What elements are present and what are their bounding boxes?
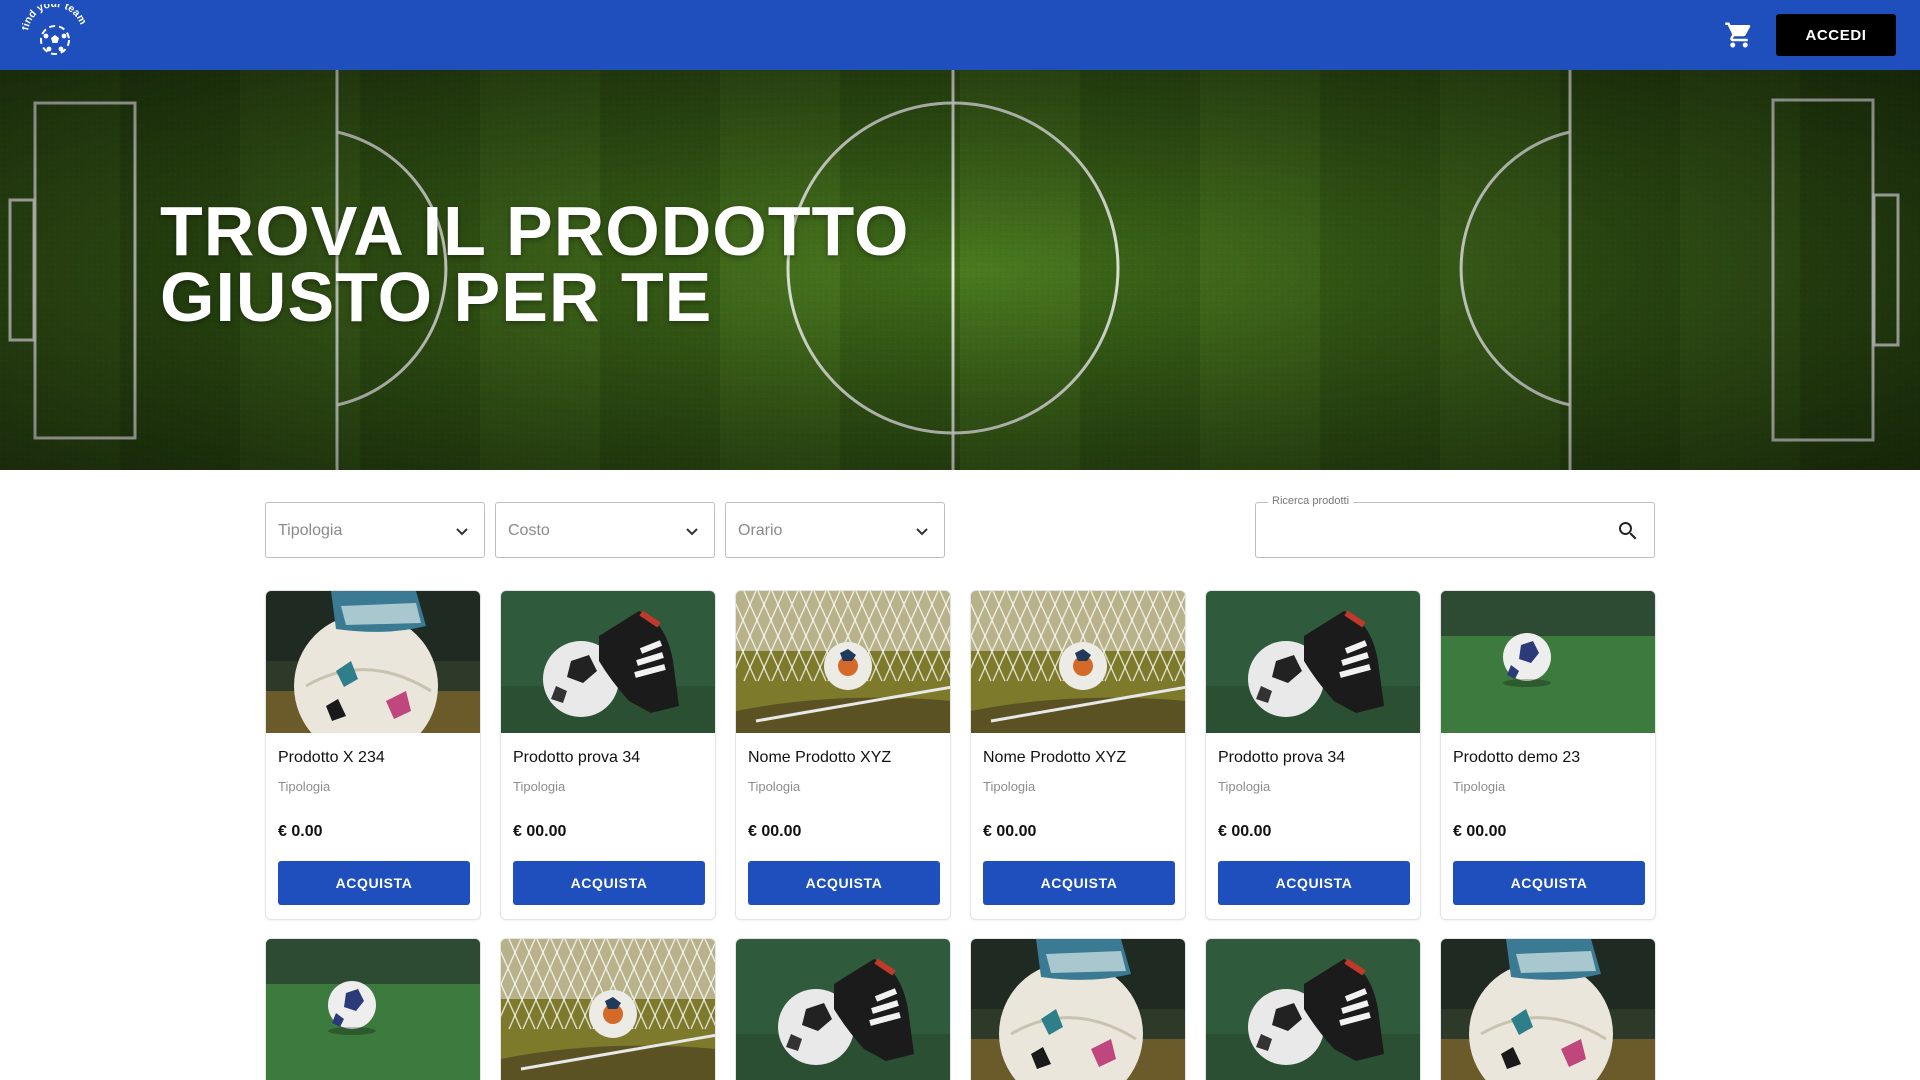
filter-costo-placeholder: Costo — [508, 522, 550, 539]
chevron-down-icon — [916, 528, 928, 536]
product-card[interactable]: Prodotto X 234 Tipologia € 0.00 ACQUISTA — [265, 590, 481, 920]
product-price: € 00.00 — [1218, 823, 1272, 840]
product-name: Prodotto demo 23 — [1453, 749, 1581, 766]
product-name: Prodotto prova 34 — [1218, 749, 1346, 766]
product-type: Tipologia — [983, 779, 1036, 794]
product-name: Nome Prodotto XYZ — [748, 749, 892, 766]
buy-button[interactable]: ACQUISTA — [1453, 861, 1645, 905]
product-price: € 00.00 — [513, 823, 567, 840]
product-image[interactable] — [501, 591, 715, 733]
product-card[interactable]: Nome Prodotto XYZ Tipologia € 00.00 ACQU… — [735, 590, 951, 920]
logo-text: find your team — [19, 0, 89, 31]
filter-tipologia-placeholder: Tipologia — [278, 522, 343, 539]
product-search-field: Ricerca prodotti — [1255, 495, 1655, 558]
buy-button[interactable]: ACQUISTA — [983, 861, 1175, 905]
search-icon[interactable] — [1616, 519, 1640, 543]
product-image[interactable] — [971, 591, 1185, 733]
cart-icon[interactable] — [1724, 20, 1754, 50]
product-image[interactable] — [1206, 591, 1420, 733]
product-type: Tipologia — [748, 779, 801, 794]
product-card[interactable]: Prodotto demo 23 Tipologia € 00.00 ACQUI… — [1440, 590, 1656, 920]
product-card[interactable]: Prodotto prova 34 Tipologia € 00.00 ACQU… — [500, 590, 716, 920]
filter-orario-placeholder: Orario — [738, 522, 783, 539]
product-image[interactable] — [736, 591, 950, 733]
filter-tipologia-select[interactable]: Tipologia — [265, 502, 485, 558]
svg-text:find your team: find your team — [22, 4, 88, 31]
app-root: find your team ACCEDI — [0, 0, 1920, 1080]
logo-icon: find your team — [19, 0, 89, 55]
hero-title-line2: GIUSTO PER TE — [160, 258, 713, 336]
product-card-image[interactable] — [1440, 938, 1656, 1080]
product-image[interactable] — [266, 591, 480, 733]
product-card-image[interactable] — [500, 938, 716, 1080]
product-card[interactable]: Prodotto prova 34 Tipologia € 00.00 ACQU… — [1205, 590, 1421, 920]
product-type: Tipologia — [1218, 779, 1271, 794]
search-input[interactable] — [1268, 515, 1598, 547]
product-card-image[interactable] — [1205, 938, 1421, 1080]
product-price: € 00.00 — [983, 823, 1037, 840]
product-card-image[interactable] — [735, 938, 951, 1080]
logo[interactable]: find your team — [19, 0, 89, 60]
product-type: Tipologia — [1453, 779, 1506, 794]
filter-orario-select[interactable]: Orario — [725, 502, 945, 558]
top-navbar: find your team ACCEDI — [0, 0, 1920, 70]
product-type: Tipologia — [278, 779, 331, 794]
search-legend: Ricerca prodotti — [1268, 495, 1354, 507]
product-name: Nome Prodotto XYZ — [983, 749, 1127, 766]
buy-button[interactable]: ACQUISTA — [278, 861, 470, 905]
login-button[interactable]: ACCEDI — [1776, 14, 1896, 56]
product-image[interactable] — [1441, 591, 1655, 733]
product-name: Prodotto prova 34 — [513, 749, 641, 766]
hero-title: TROVA IL PRODOTTO GIUSTO PER TE — [160, 192, 910, 336]
hero-banner: TROVA IL PRODOTTO GIUSTO PER TE — [0, 70, 1920, 470]
product-price: € 00.00 — [748, 823, 802, 840]
product-price: € 00.00 — [1453, 823, 1507, 840]
filter-costo-select[interactable]: Costo — [495, 502, 715, 558]
product-name: Prodotto X 234 — [278, 749, 385, 766]
buy-button[interactable]: ACQUISTA — [748, 861, 940, 905]
product-card[interactable]: Nome Prodotto XYZ Tipologia € 00.00 ACQU… — [970, 590, 1186, 920]
product-card-image[interactable] — [265, 938, 481, 1080]
product-type: Tipologia — [513, 779, 566, 794]
product-price: € 0.00 — [278, 823, 323, 840]
buy-button[interactable]: ACQUISTA — [513, 861, 705, 905]
product-card-image[interactable] — [970, 938, 1186, 1080]
chevron-down-icon — [456, 528, 468, 536]
chevron-down-icon — [686, 528, 698, 536]
hero-title-line1: TROVA IL PRODOTTO — [160, 192, 910, 270]
buy-button[interactable]: ACQUISTA — [1218, 861, 1410, 905]
